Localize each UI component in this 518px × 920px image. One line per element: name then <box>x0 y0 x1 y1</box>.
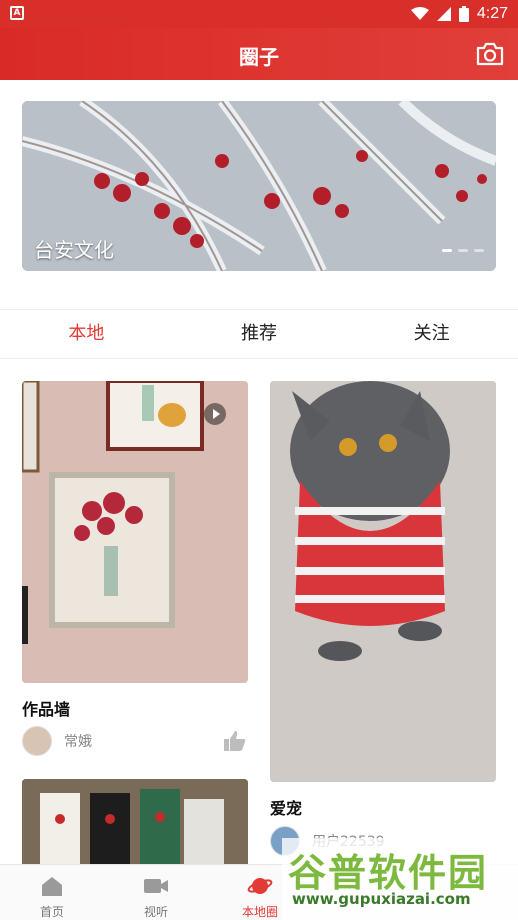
carousel-dot <box>474 249 484 252</box>
nav-video[interactable]: 视听 <box>104 865 208 920</box>
feed-tabs: 本地 推荐 关注 <box>0 310 518 358</box>
carousel-indicator <box>442 249 484 252</box>
signal-icon <box>436 7 451 21</box>
post-image <box>22 381 248 683</box>
nav-label: 视听 <box>143 905 168 919</box>
avatar <box>22 726 52 756</box>
author-name: 常娥 <box>64 734 92 750</box>
tab-local[interactable]: 本地 <box>0 310 173 358</box>
banner-carousel[interactable]: 台安文化 <box>22 101 496 271</box>
banner-caption: 台安文化 <box>34 238 114 262</box>
watermark-url: www.gupuxiazai.com <box>292 890 471 908</box>
carousel-dot <box>458 249 468 252</box>
status-time: 4:27 <box>476 5 508 22</box>
post-title: 作品墙 <box>22 700 71 719</box>
divider <box>0 358 518 359</box>
home-icon <box>42 877 62 896</box>
post-image <box>22 779 248 869</box>
post-author[interactable]: 常娥 <box>22 726 92 756</box>
battery-icon <box>458 6 469 22</box>
planet-icon <box>247 878 273 894</box>
camera-icon[interactable] <box>476 42 504 66</box>
video-icon <box>144 879 168 893</box>
app-notification-icon: A <box>10 6 24 20</box>
nav-home[interactable]: 首页 <box>0 865 104 920</box>
carousel-dot <box>442 249 452 252</box>
tab-recommended[interactable]: 推荐 <box>173 310 346 358</box>
post-image <box>270 381 496 782</box>
header: 圈子 <box>0 28 518 80</box>
status-bar: A 4:27 <box>0 0 518 28</box>
thumbs-up-icon[interactable] <box>224 731 246 751</box>
post-card-image[interactable] <box>270 381 496 782</box>
status-icons: 4:27 <box>410 4 508 24</box>
post-card-image[interactable] <box>22 779 248 869</box>
tab-following[interactable]: 关注 <box>345 310 518 358</box>
nav-label: 首页 <box>39 905 64 919</box>
video-play-icon <box>204 403 226 425</box>
page-title: 圈子 <box>239 45 279 69</box>
wifi-icon <box>410 7 429 20</box>
watermark: 谷普软件园 www.gupuxiazai.com <box>282 838 518 920</box>
post-title: 爱宠 <box>270 799 303 818</box>
post-card-image[interactable] <box>22 381 248 683</box>
watermark-text: 谷普软件园 <box>288 851 489 895</box>
